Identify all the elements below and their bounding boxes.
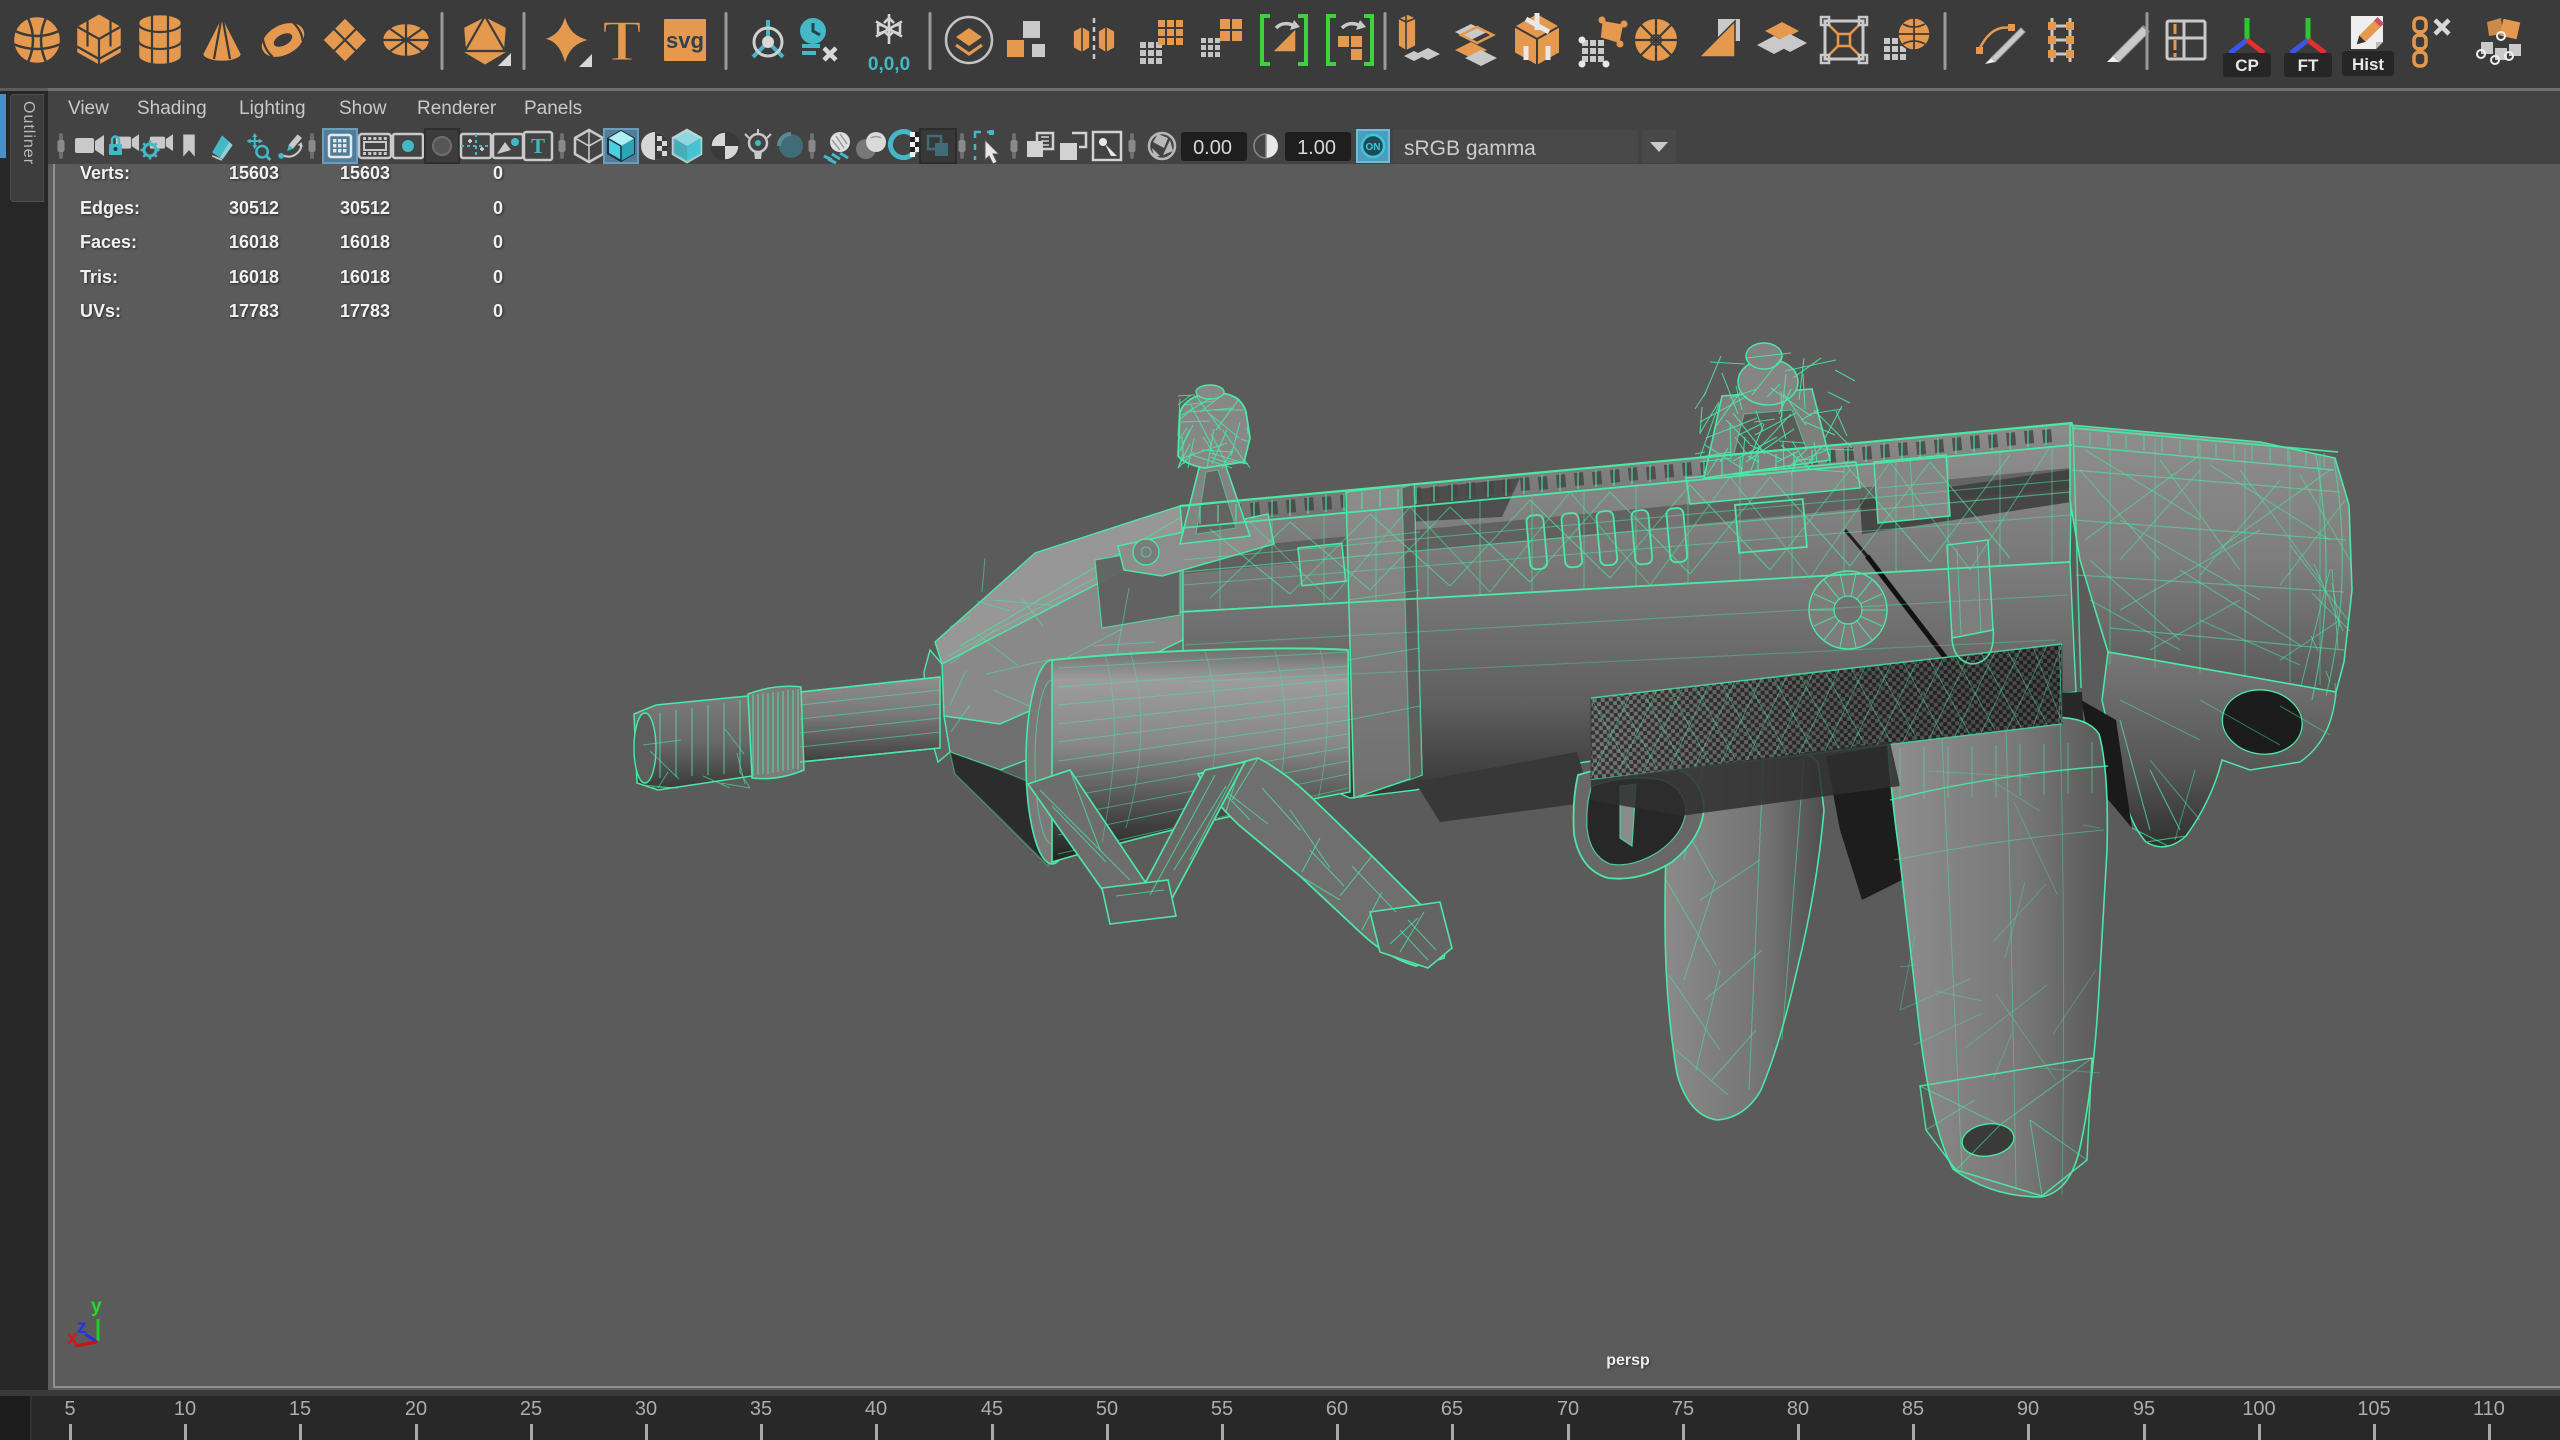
svg-text:y: y bbox=[91, 1296, 102, 1317]
